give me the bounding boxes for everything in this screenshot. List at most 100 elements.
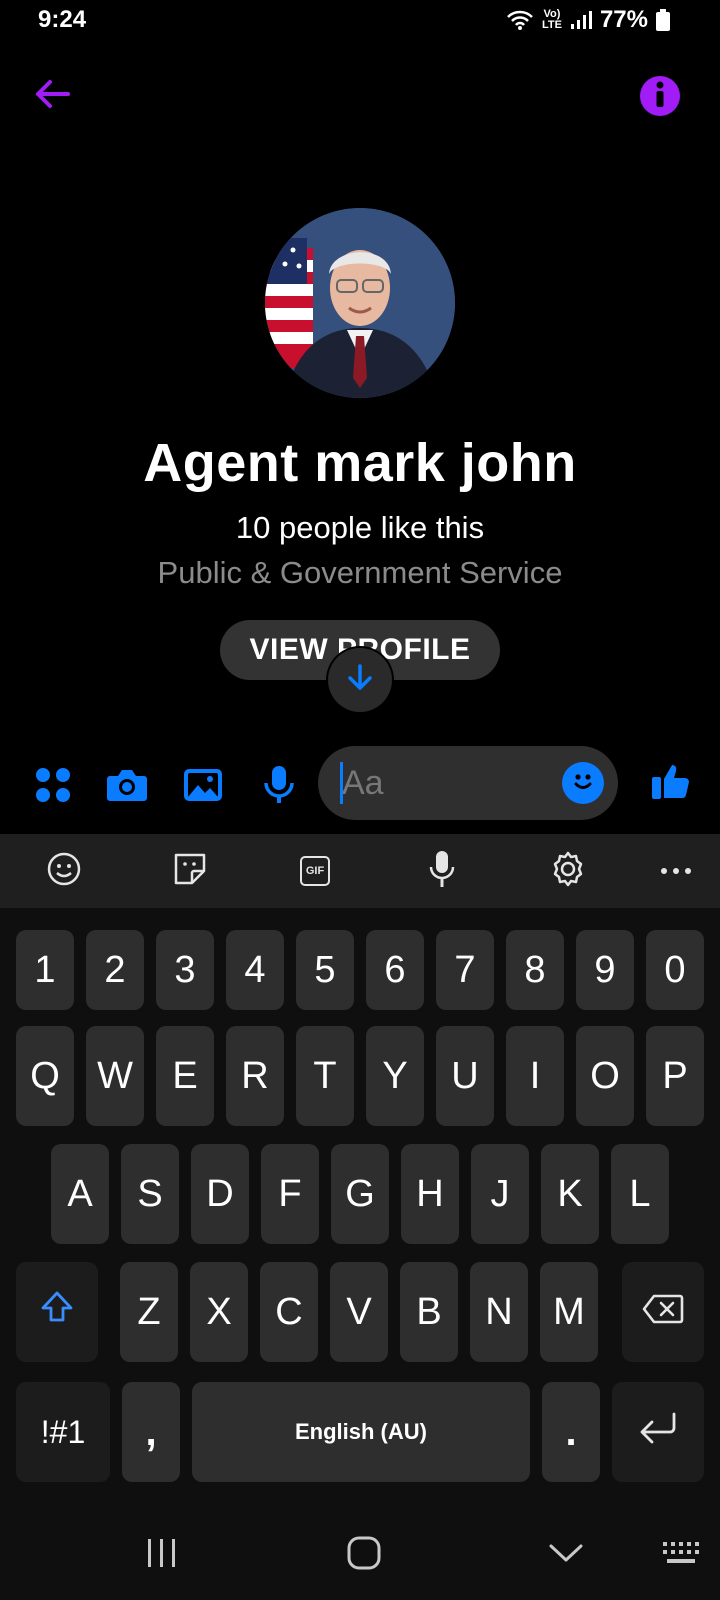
key[interactable]: Z xyxy=(120,1262,178,1362)
profile-category: Public & Government Service xyxy=(157,555,563,590)
network-type: Vo) LTE xyxy=(541,8,562,31)
kb-gif-button[interactable]: GIF xyxy=(295,851,335,891)
battery-icon xyxy=(656,9,670,31)
kb-emoji-button[interactable] xyxy=(44,851,84,891)
comma-key[interactable]: , xyxy=(122,1382,180,1482)
hide-keyboard-button[interactable] xyxy=(536,1530,596,1580)
key[interactable]: J xyxy=(471,1144,529,1244)
gallery-button[interactable] xyxy=(180,764,226,810)
key[interactable]: U xyxy=(436,1026,494,1126)
shift-icon xyxy=(40,1290,74,1334)
keyboard-toggle-icon xyxy=(662,1541,702,1570)
key[interactable]: E xyxy=(156,1026,214,1126)
key[interactable]: 5 xyxy=(296,930,354,1010)
enter-key[interactable] xyxy=(612,1382,704,1482)
status-icons: Vo) LTE 77% xyxy=(506,6,670,34)
key[interactable]: N xyxy=(470,1262,528,1362)
more-icon xyxy=(660,862,692,880)
period-key[interactable]: . xyxy=(542,1382,600,1482)
microphone-icon xyxy=(428,850,456,893)
keyboard: GIF 1 2 3 4 5 6 7 8 9 0 Q W E R T Y U I xyxy=(0,834,720,1600)
key[interactable]: O xyxy=(576,1026,634,1126)
status-time: 9:24 xyxy=(38,6,87,33)
key[interactable]: P xyxy=(646,1026,704,1126)
emoji-button[interactable] xyxy=(562,762,604,804)
sticker-icon xyxy=(172,851,208,892)
key[interactable]: 6 xyxy=(366,930,424,1010)
keyboard-toggle-button[interactable] xyxy=(652,1530,712,1580)
key[interactable]: F xyxy=(261,1144,319,1244)
like-button[interactable] xyxy=(648,760,694,806)
status-bar: 9:24 Vo) LTE 77% xyxy=(0,0,720,44)
emoji-icon xyxy=(46,851,82,892)
symbols-key[interactable]: !#1 xyxy=(16,1382,110,1482)
profile-name: Agent mark john xyxy=(143,433,577,493)
key[interactable]: 2 xyxy=(86,930,144,1010)
kb-voice-button[interactable] xyxy=(422,850,462,893)
key[interactable]: 1 xyxy=(16,930,74,1010)
menu-dots-icon xyxy=(35,767,71,808)
scroll-down-button[interactable] xyxy=(328,648,392,712)
key[interactable]: B xyxy=(400,1262,458,1362)
home-icon xyxy=(347,1536,381,1575)
avatar[interactable] xyxy=(265,208,455,398)
key[interactable]: H xyxy=(401,1144,459,1244)
back-chevron-icon xyxy=(549,1543,583,1568)
key[interactable]: Y xyxy=(366,1026,424,1126)
key[interactable]: 0 xyxy=(646,930,704,1010)
info-button[interactable] xyxy=(640,76,680,116)
key[interactable]: A xyxy=(51,1144,109,1244)
recent-apps-icon xyxy=(146,1538,178,1573)
key[interactable]: I xyxy=(506,1026,564,1126)
gif-icon: GIF xyxy=(300,856,330,886)
gallery-icon xyxy=(183,768,223,807)
backspace-icon xyxy=(642,1291,684,1334)
key[interactable]: K xyxy=(541,1144,599,1244)
camera-icon xyxy=(106,768,148,807)
key[interactable]: X xyxy=(190,1262,248,1362)
key[interactable]: D xyxy=(191,1144,249,1244)
wifi-icon xyxy=(506,9,534,31)
space-key[interactable]: English (AU) xyxy=(192,1382,530,1482)
key[interactable]: S xyxy=(121,1144,179,1244)
camera-button[interactable] xyxy=(104,764,150,810)
key[interactable]: G xyxy=(331,1144,389,1244)
enter-icon xyxy=(638,1411,678,1454)
key[interactable]: 7 xyxy=(436,930,494,1010)
backspace-key[interactable] xyxy=(622,1262,704,1362)
home-button[interactable] xyxy=(334,1530,394,1580)
text-cursor xyxy=(340,762,343,804)
settings-icon xyxy=(550,851,586,892)
key[interactable]: V xyxy=(330,1262,388,1362)
info-icon xyxy=(655,81,665,112)
recent-apps-button[interactable] xyxy=(132,1530,192,1580)
microphone-button[interactable] xyxy=(256,764,302,810)
signal-icon xyxy=(570,10,592,30)
battery-percent: 77% xyxy=(599,6,648,33)
key[interactable]: 9 xyxy=(576,930,634,1010)
key[interactable]: Q xyxy=(16,1026,74,1126)
profile-likes: 10 people like this xyxy=(235,510,485,545)
key[interactable]: R xyxy=(226,1026,284,1126)
key[interactable]: T xyxy=(296,1026,354,1126)
key[interactable]: 8 xyxy=(506,930,564,1010)
key[interactable]: C xyxy=(260,1262,318,1362)
thumbs-up-icon xyxy=(651,761,691,806)
shift-key[interactable] xyxy=(16,1262,98,1362)
arrow-down-icon xyxy=(347,663,373,697)
key[interactable]: M xyxy=(540,1262,598,1362)
kb-sticker-button[interactable] xyxy=(170,851,210,891)
key[interactable]: 4 xyxy=(226,930,284,1010)
emoji-icon xyxy=(568,766,598,801)
keyboard-toolbar: GIF xyxy=(0,834,720,908)
arrow-left-icon xyxy=(34,79,70,114)
message-field[interactable] xyxy=(318,746,618,820)
kb-more-button[interactable] xyxy=(656,851,696,891)
key[interactable]: L xyxy=(611,1144,669,1244)
message-input[interactable] xyxy=(342,758,542,808)
menu-dots-button[interactable] xyxy=(30,764,76,810)
kb-settings-button[interactable] xyxy=(548,851,588,891)
back-button[interactable] xyxy=(30,74,74,118)
key[interactable]: 3 xyxy=(156,930,214,1010)
key[interactable]: W xyxy=(86,1026,144,1126)
